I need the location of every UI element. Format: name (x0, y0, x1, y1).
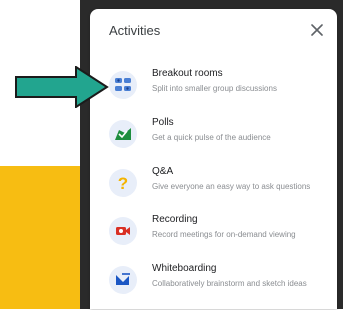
close-icon (311, 24, 323, 36)
activity-label: Polls (152, 117, 174, 128)
recording-icon (109, 217, 137, 245)
activity-description: Collaboratively brainstorm and sketch id… (152, 279, 307, 288)
activity-description: Give everyone an easy way to ask questio… (152, 182, 311, 191)
activity-label: Q&A (152, 166, 174, 177)
breakout-rooms-icon (109, 71, 137, 99)
close-button[interactable] (307, 20, 327, 40)
activity-label: Whiteboarding (152, 263, 217, 274)
whiteboard-icon (109, 266, 137, 294)
activity-item-recording[interactable]: Recording Record meetings for on-demand … (90, 213, 337, 261)
activity-description: Split into smaller group discussions (152, 84, 277, 93)
activity-description: Record meetings for on-demand viewing (152, 230, 296, 239)
activity-item-qa[interactable]: ? Q&A Give everyone an easy way to ask q… (90, 165, 337, 213)
svg-text:?: ? (118, 174, 128, 193)
qa-icon: ? (109, 169, 137, 197)
activity-label: Recording (152, 214, 198, 225)
activity-description: Get a quick pulse of the audience (152, 133, 271, 142)
polls-icon (109, 120, 137, 148)
activity-item-polls[interactable]: Polls Get a quick pulse of the audience (90, 116, 337, 164)
pointer-arrow-icon (15, 66, 109, 108)
panel-title: Activities (109, 23, 161, 38)
activity-item-whiteboarding[interactable]: Whiteboarding Collaboratively brainstorm… (90, 262, 337, 310)
activities-header: Activities (90, 9, 337, 55)
activity-label: Breakout rooms (152, 68, 223, 79)
activity-item-breakout-rooms[interactable]: Breakout rooms Split into smaller group … (90, 67, 337, 115)
activities-panel: Activities Breakout rooms Split into sma… (90, 9, 337, 309)
